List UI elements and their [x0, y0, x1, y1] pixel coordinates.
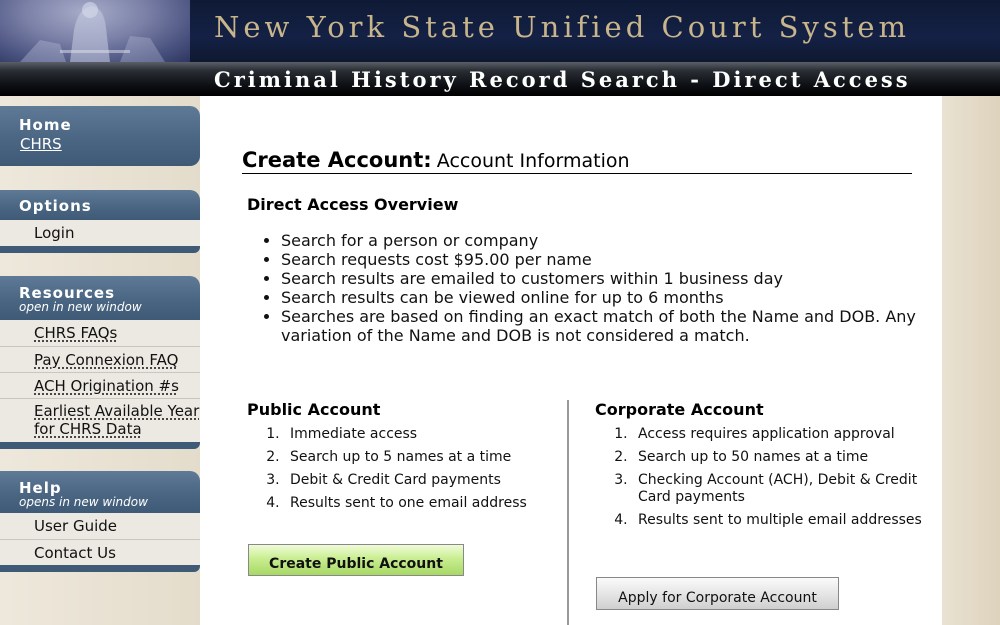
list-item: Search up to 50 names at a time [632, 449, 922, 466]
sidebar-item-earliest-year[interactable]: Earliest Available Year for CHRS Data [0, 398, 200, 442]
options-nav-header: Options [0, 190, 200, 220]
list-item: Search up to 5 names at a time [284, 449, 554, 466]
options-title: Options [19, 197, 92, 215]
sidebar-item-user-guide[interactable]: User Guide [0, 513, 200, 539]
list-item: Search for a person or company [281, 231, 921, 250]
list-item: Results sent to one email address [284, 495, 554, 512]
court-seal-logo [0, 0, 190, 62]
help-nav-header: Help opens in new window [0, 471, 200, 513]
right-margin [942, 96, 1000, 625]
home-nav-header: Home CHRS [0, 106, 200, 166]
sidebar-item-contact-us[interactable]: Contact Us [0, 539, 200, 565]
site-header: New York State Unified Court System [0, 0, 1000, 62]
column-divider [567, 400, 569, 625]
help-nav-box: Help opens in new window User Guide Cont… [0, 471, 200, 572]
home-nav-box: Home CHRS [0, 106, 200, 166]
corporate-account-list: Access requires application approval Sea… [632, 426, 922, 535]
list-item: Search results are emailed to customers … [281, 269, 921, 288]
list-item: Search requests cost $95.00 per name [281, 250, 921, 269]
list-item: Checking Account (ACH), Debit & Credit C… [632, 472, 922, 506]
options-nav-box: Options Login [0, 190, 200, 253]
list-item: Search results can be viewed online for … [281, 288, 921, 307]
list-item: Immediate access [284, 426, 554, 443]
resources-nav-footer [0, 442, 200, 449]
application-title: Criminal History Record Search - Direct … [214, 67, 911, 92]
page-title: Create Account: Account Information [242, 148, 912, 174]
sub-header: Criminal History Record Search - Direct … [0, 62, 1000, 96]
sidebar-item-chrs-faqs[interactable]: CHRS FAQs [0, 320, 200, 346]
apply-corporate-account-button[interactable]: Apply for Corporate Account [596, 577, 839, 610]
home-title: Home [19, 116, 72, 134]
sidebar-item-pay-connexion-faq[interactable]: Pay Connexion FAQ [0, 346, 200, 372]
public-account-list: Immediate access Search up to 5 names at… [284, 426, 554, 518]
create-public-account-button[interactable]: Create Public Account [248, 544, 464, 576]
public-account-heading: Public Account [247, 400, 381, 419]
sidebar-item-login[interactable]: Login [0, 220, 200, 246]
resources-note: open in new window [19, 300, 142, 314]
options-nav-footer [0, 246, 200, 253]
help-nav-footer [0, 565, 200, 572]
list-item: Debit & Credit Card payments [284, 472, 554, 489]
resources-nav-box: Resources open in new window CHRS FAQs P… [0, 276, 200, 449]
list-item: Results sent to multiple email addresses [632, 512, 922, 529]
main-content: Create Account: Account Information Dire… [200, 96, 942, 625]
resources-nav-header: Resources open in new window [0, 276, 200, 320]
corporate-account-heading: Corporate Account [595, 400, 764, 419]
site-title: New York State Unified Court System [214, 10, 911, 44]
page-title-text: Account Information [436, 150, 630, 172]
overview-list: Search for a person or company Search re… [281, 231, 921, 345]
sidebar-item-ach-origination[interactable]: ACH Origination #s [0, 372, 200, 398]
list-item: Access requires application approval [632, 426, 922, 443]
page-title-prefix: Create Account: [242, 148, 432, 172]
home-chrs-link[interactable]: CHRS [20, 135, 62, 153]
list-item: Searches are based on finding an exact m… [281, 307, 921, 345]
help-note: opens in new window [19, 495, 148, 509]
overview-heading: Direct Access Overview [247, 195, 459, 214]
